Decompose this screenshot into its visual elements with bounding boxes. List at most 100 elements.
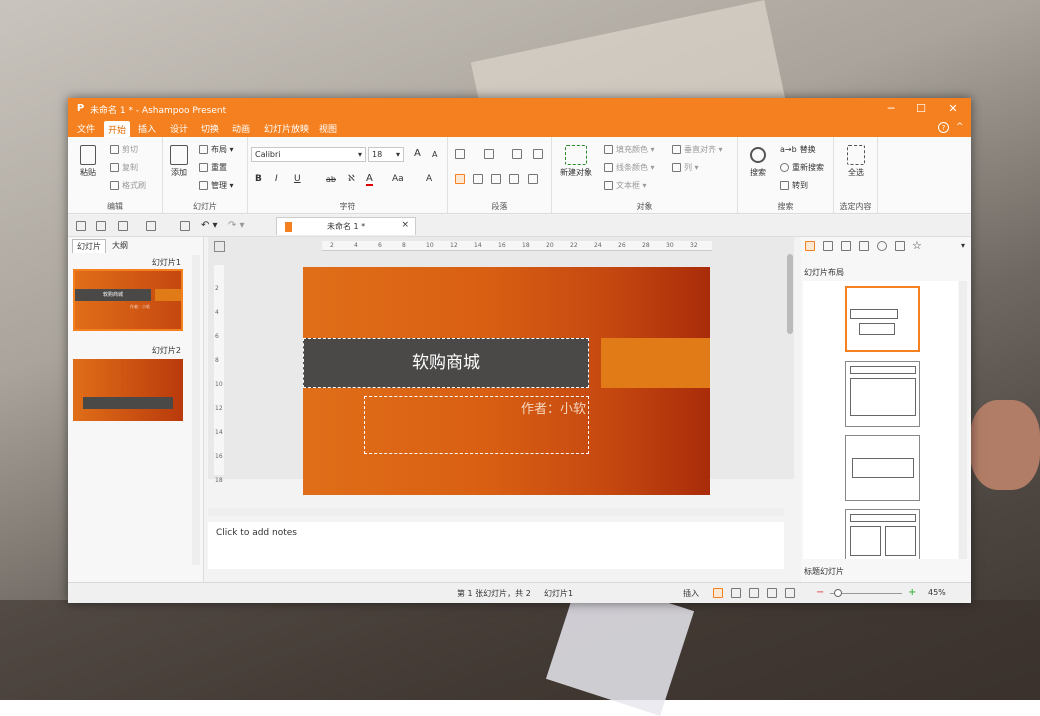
align-right-icon[interactable] bbox=[491, 174, 501, 184]
align-left-icon[interactable] bbox=[455, 174, 465, 184]
shrink-font-button[interactable]: A bbox=[432, 150, 437, 159]
font-color-button[interactable]: A bbox=[366, 173, 373, 186]
underline-button[interactable]: U bbox=[294, 174, 301, 184]
notes-area[interactable]: Click to add notes bbox=[208, 522, 784, 569]
line-spacing-icon[interactable] bbox=[528, 174, 538, 184]
layout-title-content[interactable] bbox=[845, 361, 920, 427]
text-effect-icon[interactable]: A bbox=[426, 174, 432, 184]
link-icon[interactable] bbox=[877, 241, 887, 251]
layout-title-slide[interactable] bbox=[845, 286, 920, 352]
reset-button[interactable]: 重置 bbox=[199, 162, 227, 173]
slide-canvas[interactable]: 软购商城 作者：小软 bbox=[303, 267, 710, 495]
save-icon[interactable] bbox=[180, 221, 190, 231]
save-pane-icon[interactable] bbox=[859, 241, 869, 251]
numbering-icon[interactable] bbox=[484, 149, 494, 159]
slide-orange-shape[interactable] bbox=[601, 338, 710, 388]
tab-slideshow[interactable]: 幻灯片放映 bbox=[264, 122, 309, 135]
justify-icon[interactable] bbox=[509, 174, 519, 184]
select-all-button[interactable]: 全选 bbox=[840, 145, 872, 178]
format-painter-button[interactable]: 格式刷 bbox=[110, 180, 146, 191]
normal-view-icon[interactable] bbox=[713, 588, 723, 598]
bold-button[interactable]: B bbox=[255, 174, 262, 184]
search-button[interactable]: 搜索 bbox=[745, 145, 771, 178]
open-folder-icon[interactable] bbox=[146, 221, 156, 231]
redo-icon[interactable]: ↷ ▾ bbox=[228, 220, 245, 231]
increase-indent-icon[interactable] bbox=[533, 149, 543, 159]
effects-icon[interactable] bbox=[895, 241, 905, 251]
text-frame-button[interactable]: 文本框 ▾ bbox=[604, 180, 647, 191]
zoom-level[interactable]: 45% bbox=[928, 588, 946, 597]
zoom-slider-handle[interactable] bbox=[834, 589, 842, 597]
layout-button[interactable]: 布局 ▾ bbox=[199, 144, 234, 155]
italic-button[interactable]: I bbox=[275, 174, 278, 184]
tab-slides[interactable]: 幻灯片 bbox=[72, 239, 106, 253]
decrease-indent-icon[interactable] bbox=[512, 149, 522, 159]
bullets-icon[interactable] bbox=[455, 149, 465, 159]
fill-color-button[interactable]: 填充颜色 ▾ bbox=[604, 144, 655, 155]
text-case-button[interactable]: Aa bbox=[392, 174, 404, 184]
line-color-button[interactable]: 线条颜色 ▾ bbox=[604, 162, 655, 173]
input-mode-status[interactable]: 插入 bbox=[683, 588, 699, 599]
tab-design[interactable]: 设计 bbox=[170, 122, 188, 135]
zoom-slider[interactable] bbox=[830, 589, 902, 597]
strikethrough-button[interactable]: ab bbox=[326, 175, 336, 184]
slide-sorter-icon[interactable] bbox=[731, 588, 741, 598]
notes-view-icon[interactable] bbox=[767, 588, 777, 598]
canvas-scrollbar[interactable] bbox=[785, 244, 795, 514]
layouts-scrollbar[interactable] bbox=[959, 281, 967, 559]
scroll-thumb[interactable] bbox=[787, 254, 793, 334]
master-icon[interactable] bbox=[823, 241, 833, 251]
slide-subtitle-box[interactable]: 作者：小软 bbox=[364, 396, 589, 454]
left-scrollbar[interactable] bbox=[192, 255, 200, 565]
zoom-in-button[interactable]: + bbox=[908, 587, 916, 598]
close-button[interactable]: ✕ bbox=[938, 100, 968, 117]
tab-view[interactable]: 视图 bbox=[319, 122, 337, 135]
tab-file[interactable]: 文件 bbox=[77, 122, 95, 135]
document-tab[interactable]: 未命名 1 * × bbox=[276, 217, 416, 235]
outline-view-icon[interactable] bbox=[749, 588, 759, 598]
star-icon[interactable]: ☆ bbox=[912, 239, 922, 252]
layout-pane-icon[interactable] bbox=[805, 241, 815, 251]
help-icon[interactable]: ? bbox=[938, 122, 949, 133]
zoom-out-button[interactable]: − bbox=[816, 587, 824, 598]
canvas-hscrollbar[interactable] bbox=[208, 508, 784, 516]
goto-button[interactable]: 转到 bbox=[780, 180, 808, 191]
new-object-button[interactable]: 新建对象 bbox=[557, 145, 595, 178]
manage-button[interactable]: 管理 ▾ bbox=[199, 180, 234, 191]
columns-button[interactable]: 列 ▾ bbox=[672, 162, 699, 173]
clear-format-icon[interactable]: ℵ bbox=[348, 174, 355, 184]
hand-icon[interactable] bbox=[96, 221, 106, 231]
minimize-button[interactable]: ─ bbox=[876, 100, 906, 117]
collapse-ribbon-icon[interactable]: ^ bbox=[956, 122, 964, 132]
tab-insert[interactable]: 插入 bbox=[138, 122, 156, 135]
grow-font-button[interactable]: A bbox=[414, 148, 421, 159]
maximize-button[interactable]: ☐ bbox=[906, 100, 936, 117]
font-name-select[interactable]: Calibri ▾ bbox=[251, 147, 366, 162]
menu-icon[interactable] bbox=[76, 221, 86, 231]
new-document-icon[interactable] bbox=[118, 221, 128, 231]
slide-thumbnail-1[interactable]: 软购商城 作者：小软 bbox=[73, 269, 183, 331]
copy-button[interactable]: 复制 bbox=[110, 162, 138, 173]
add-slide-button[interactable]: 添加 bbox=[166, 145, 192, 178]
tab-outline[interactable]: 大纲 bbox=[108, 239, 132, 252]
vertical-align-button[interactable]: 垂直对齐 ▾ bbox=[672, 144, 723, 155]
align-center-icon[interactable] bbox=[473, 174, 483, 184]
slide-title-box[interactable]: 软购商城 bbox=[303, 338, 589, 388]
tab-home[interactable]: 开始 bbox=[104, 121, 131, 137]
cut-button[interactable]: 剪切 bbox=[110, 144, 138, 155]
pane-menu-icon[interactable]: ▾ bbox=[961, 241, 965, 250]
slideshow-icon[interactable] bbox=[785, 588, 795, 598]
ruler-corner-icon[interactable] bbox=[214, 241, 225, 252]
undo-icon[interactable]: ↶ ▾ bbox=[201, 220, 218, 231]
layout-two-content[interactable] bbox=[845, 509, 920, 559]
search-again-button[interactable]: 重新搜索 bbox=[780, 162, 824, 173]
replace-button[interactable]: a→b 替换 bbox=[780, 144, 816, 155]
tab-animation[interactable]: 动画 bbox=[232, 122, 250, 135]
animation-icon[interactable] bbox=[841, 241, 851, 251]
font-size-select[interactable]: 18 ▾ bbox=[368, 147, 404, 162]
tab-transitions[interactable]: 切换 bbox=[201, 122, 219, 135]
slide-thumbnail-2[interactable] bbox=[73, 359, 183, 421]
layout-section-header[interactable] bbox=[845, 435, 920, 501]
close-tab-icon[interactable]: × bbox=[401, 220, 409, 230]
paste-button[interactable]: 粘贴 bbox=[76, 145, 100, 178]
